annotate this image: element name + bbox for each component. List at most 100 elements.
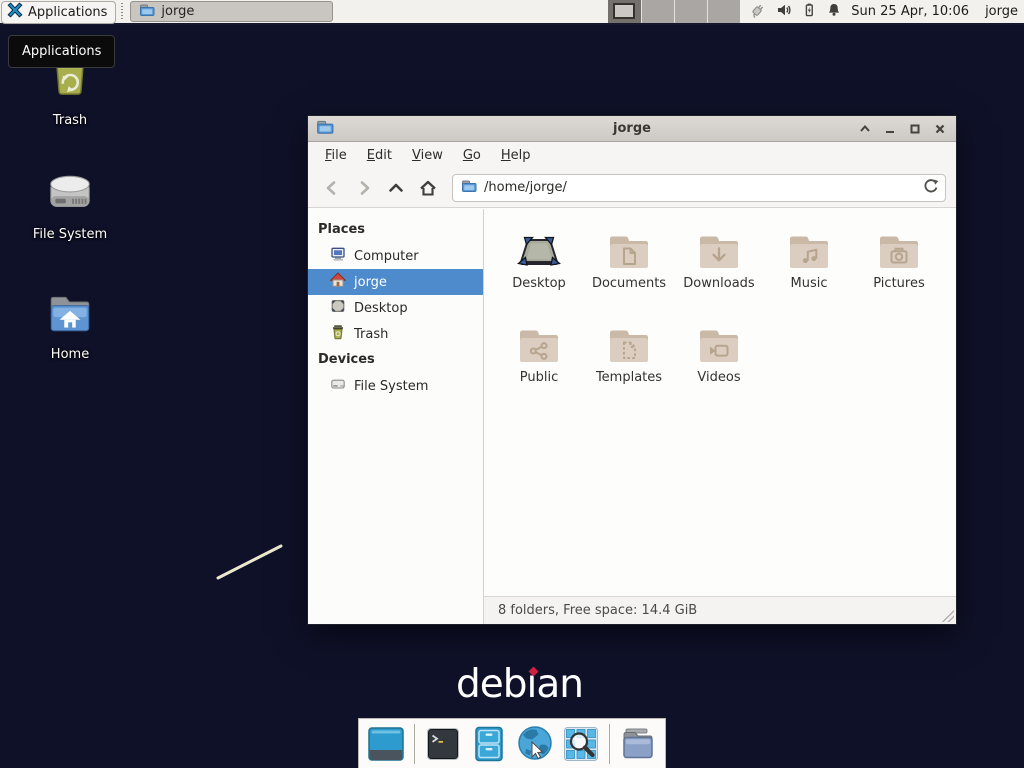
- videos-folder-icon: [695, 319, 743, 365]
- system-tray: [750, 0, 842, 23]
- drive-icon: [330, 376, 346, 396]
- titlebar[interactable]: jorge: [308, 116, 956, 142]
- web-browser-launcher[interactable]: [515, 724, 555, 764]
- file-label: Downloads: [683, 276, 754, 291]
- desktop-icon-label: Home: [51, 347, 89, 362]
- desktop-icon: [330, 298, 346, 318]
- hard-drive-icon: [45, 170, 95, 222]
- sidebar: Places Computer: [308, 209, 484, 624]
- maximize-button[interactable]: [907, 121, 923, 137]
- folder-icon: [139, 2, 155, 22]
- music-folder-icon: [785, 225, 833, 271]
- path-folder-icon: [461, 178, 477, 198]
- close-button[interactable]: [932, 121, 948, 137]
- menu-file[interactable]: File: [316, 145, 356, 166]
- forward-button[interactable]: [350, 174, 378, 202]
- clock[interactable]: Sun 25 Apr, 10:06: [851, 4, 969, 19]
- file-item-videos[interactable]: Videos: [674, 319, 764, 413]
- file-label: Music: [791, 276, 828, 291]
- shade-button[interactable]: [857, 121, 873, 137]
- file-label: Documents: [592, 276, 666, 291]
- dock-panel: [358, 718, 666, 768]
- toolbar: /home/jorge/: [308, 168, 956, 208]
- show-desktop-button[interactable]: [366, 724, 406, 764]
- workspace-1[interactable]: [608, 0, 641, 23]
- folder-launcher[interactable]: [618, 724, 658, 764]
- file-item-music[interactable]: Music: [764, 225, 854, 319]
- applications-tooltip: Applications: [8, 35, 115, 68]
- sidebar-header-devices: Devices: [308, 347, 483, 373]
- downloads-folder-icon: [695, 225, 743, 271]
- notifications-bell-icon[interactable]: [826, 2, 842, 22]
- file-manager-window: jorge File Edit View Go Help: [307, 115, 957, 625]
- computer-icon: [330, 246, 346, 266]
- session-user-label[interactable]: jorge: [985, 4, 1018, 19]
- file-label: Templates: [596, 370, 662, 385]
- menu-view[interactable]: View: [403, 145, 452, 166]
- documents-folder-icon: [605, 225, 653, 271]
- sidebar-item-trash[interactable]: Trash: [308, 321, 483, 347]
- file-label: Pictures: [873, 276, 924, 291]
- file-item-documents[interactable]: Documents: [584, 225, 674, 319]
- stray-line-artifact: [210, 538, 300, 598]
- sidebar-header-places: Places: [308, 217, 483, 243]
- path-bar[interactable]: /home/jorge/: [452, 174, 946, 202]
- file-label: Public: [520, 370, 558, 385]
- pictures-folder-icon: [875, 225, 923, 271]
- file-item-templates[interactable]: Templates: [584, 319, 674, 413]
- reload-icon[interactable]: [922, 177, 939, 198]
- sidebar-item-label: Computer: [354, 249, 419, 264]
- desktop-icon-label: Trash: [53, 113, 87, 128]
- battery-icon[interactable]: [801, 2, 817, 22]
- workspace-2[interactable]: [641, 0, 674, 23]
- statusbar: 8 folders, Free space: 14.4 GiB: [484, 596, 956, 624]
- top-panel: Applications jorge: [0, 0, 1024, 25]
- sidebar-item-filesystem[interactable]: File System: [308, 373, 483, 399]
- terminal-launcher[interactable]: [423, 724, 463, 764]
- dock-separator: [609, 724, 610, 764]
- home-button[interactable]: [414, 174, 442, 202]
- app-finder-launcher[interactable]: [561, 724, 601, 764]
- sidebar-item-jorge[interactable]: jorge: [308, 269, 483, 295]
- taskbar-window-button[interactable]: jorge: [130, 1, 333, 22]
- menu-go[interactable]: Go: [454, 145, 490, 166]
- workspace-3[interactable]: [674, 0, 707, 23]
- power-plug-icon[interactable]: [750, 1, 767, 22]
- desktop-icon-home[interactable]: Home: [22, 290, 118, 362]
- minimize-button[interactable]: [882, 121, 898, 137]
- tooltip-text: Applications: [22, 44, 101, 59]
- sidebar-item-desktop[interactable]: Desktop: [308, 295, 483, 321]
- resize-grip[interactable]: [942, 610, 954, 622]
- desktop-icon-filesystem[interactable]: File System: [22, 170, 118, 242]
- desktop[interactable]: Applications jorge: [0, 0, 1024, 768]
- menu-help[interactable]: Help: [492, 145, 540, 166]
- workspace-4[interactable]: [707, 0, 740, 23]
- panel-clock-area: Sun 25 Apr, 10:06 jorge: [851, 0, 1018, 23]
- applications-menu-button[interactable]: Applications: [1, 1, 116, 24]
- sidebar-item-label: File System: [354, 379, 428, 394]
- file-item-desktop[interactable]: Desktop: [494, 225, 584, 319]
- home-folder-icon: [45, 290, 95, 342]
- file-item-pictures[interactable]: Pictures: [854, 225, 944, 319]
- templates-folder-icon: [605, 319, 653, 365]
- workspace-switcher[interactable]: [608, 0, 740, 23]
- debian-logo-text: deb: [456, 662, 527, 707]
- path-input[interactable]: /home/jorge/: [484, 180, 915, 195]
- back-button[interactable]: [318, 174, 346, 202]
- file-item-public[interactable]: Public: [494, 319, 584, 413]
- file-manager-launcher[interactable]: [469, 724, 509, 764]
- up-button[interactable]: [382, 174, 410, 202]
- xfce-logo-icon: [7, 2, 23, 22]
- file-item-downloads[interactable]: Downloads: [674, 225, 764, 319]
- applications-menu-label: Applications: [28, 5, 107, 20]
- volume-icon[interactable]: [776, 2, 792, 22]
- home-icon: [330, 272, 346, 292]
- panel-handle[interactable]: [118, 3, 126, 21]
- menubar: File Edit View Go Help: [308, 142, 956, 168]
- file-grid: Desktop Documents: [484, 209, 956, 413]
- menu-edit[interactable]: Edit: [358, 145, 401, 166]
- dock-separator: [414, 724, 415, 764]
- file-view[interactable]: Desktop Documents: [484, 209, 956, 624]
- sidebar-item-computer[interactable]: Computer: [308, 243, 483, 269]
- desktop-folder-icon: [515, 225, 563, 271]
